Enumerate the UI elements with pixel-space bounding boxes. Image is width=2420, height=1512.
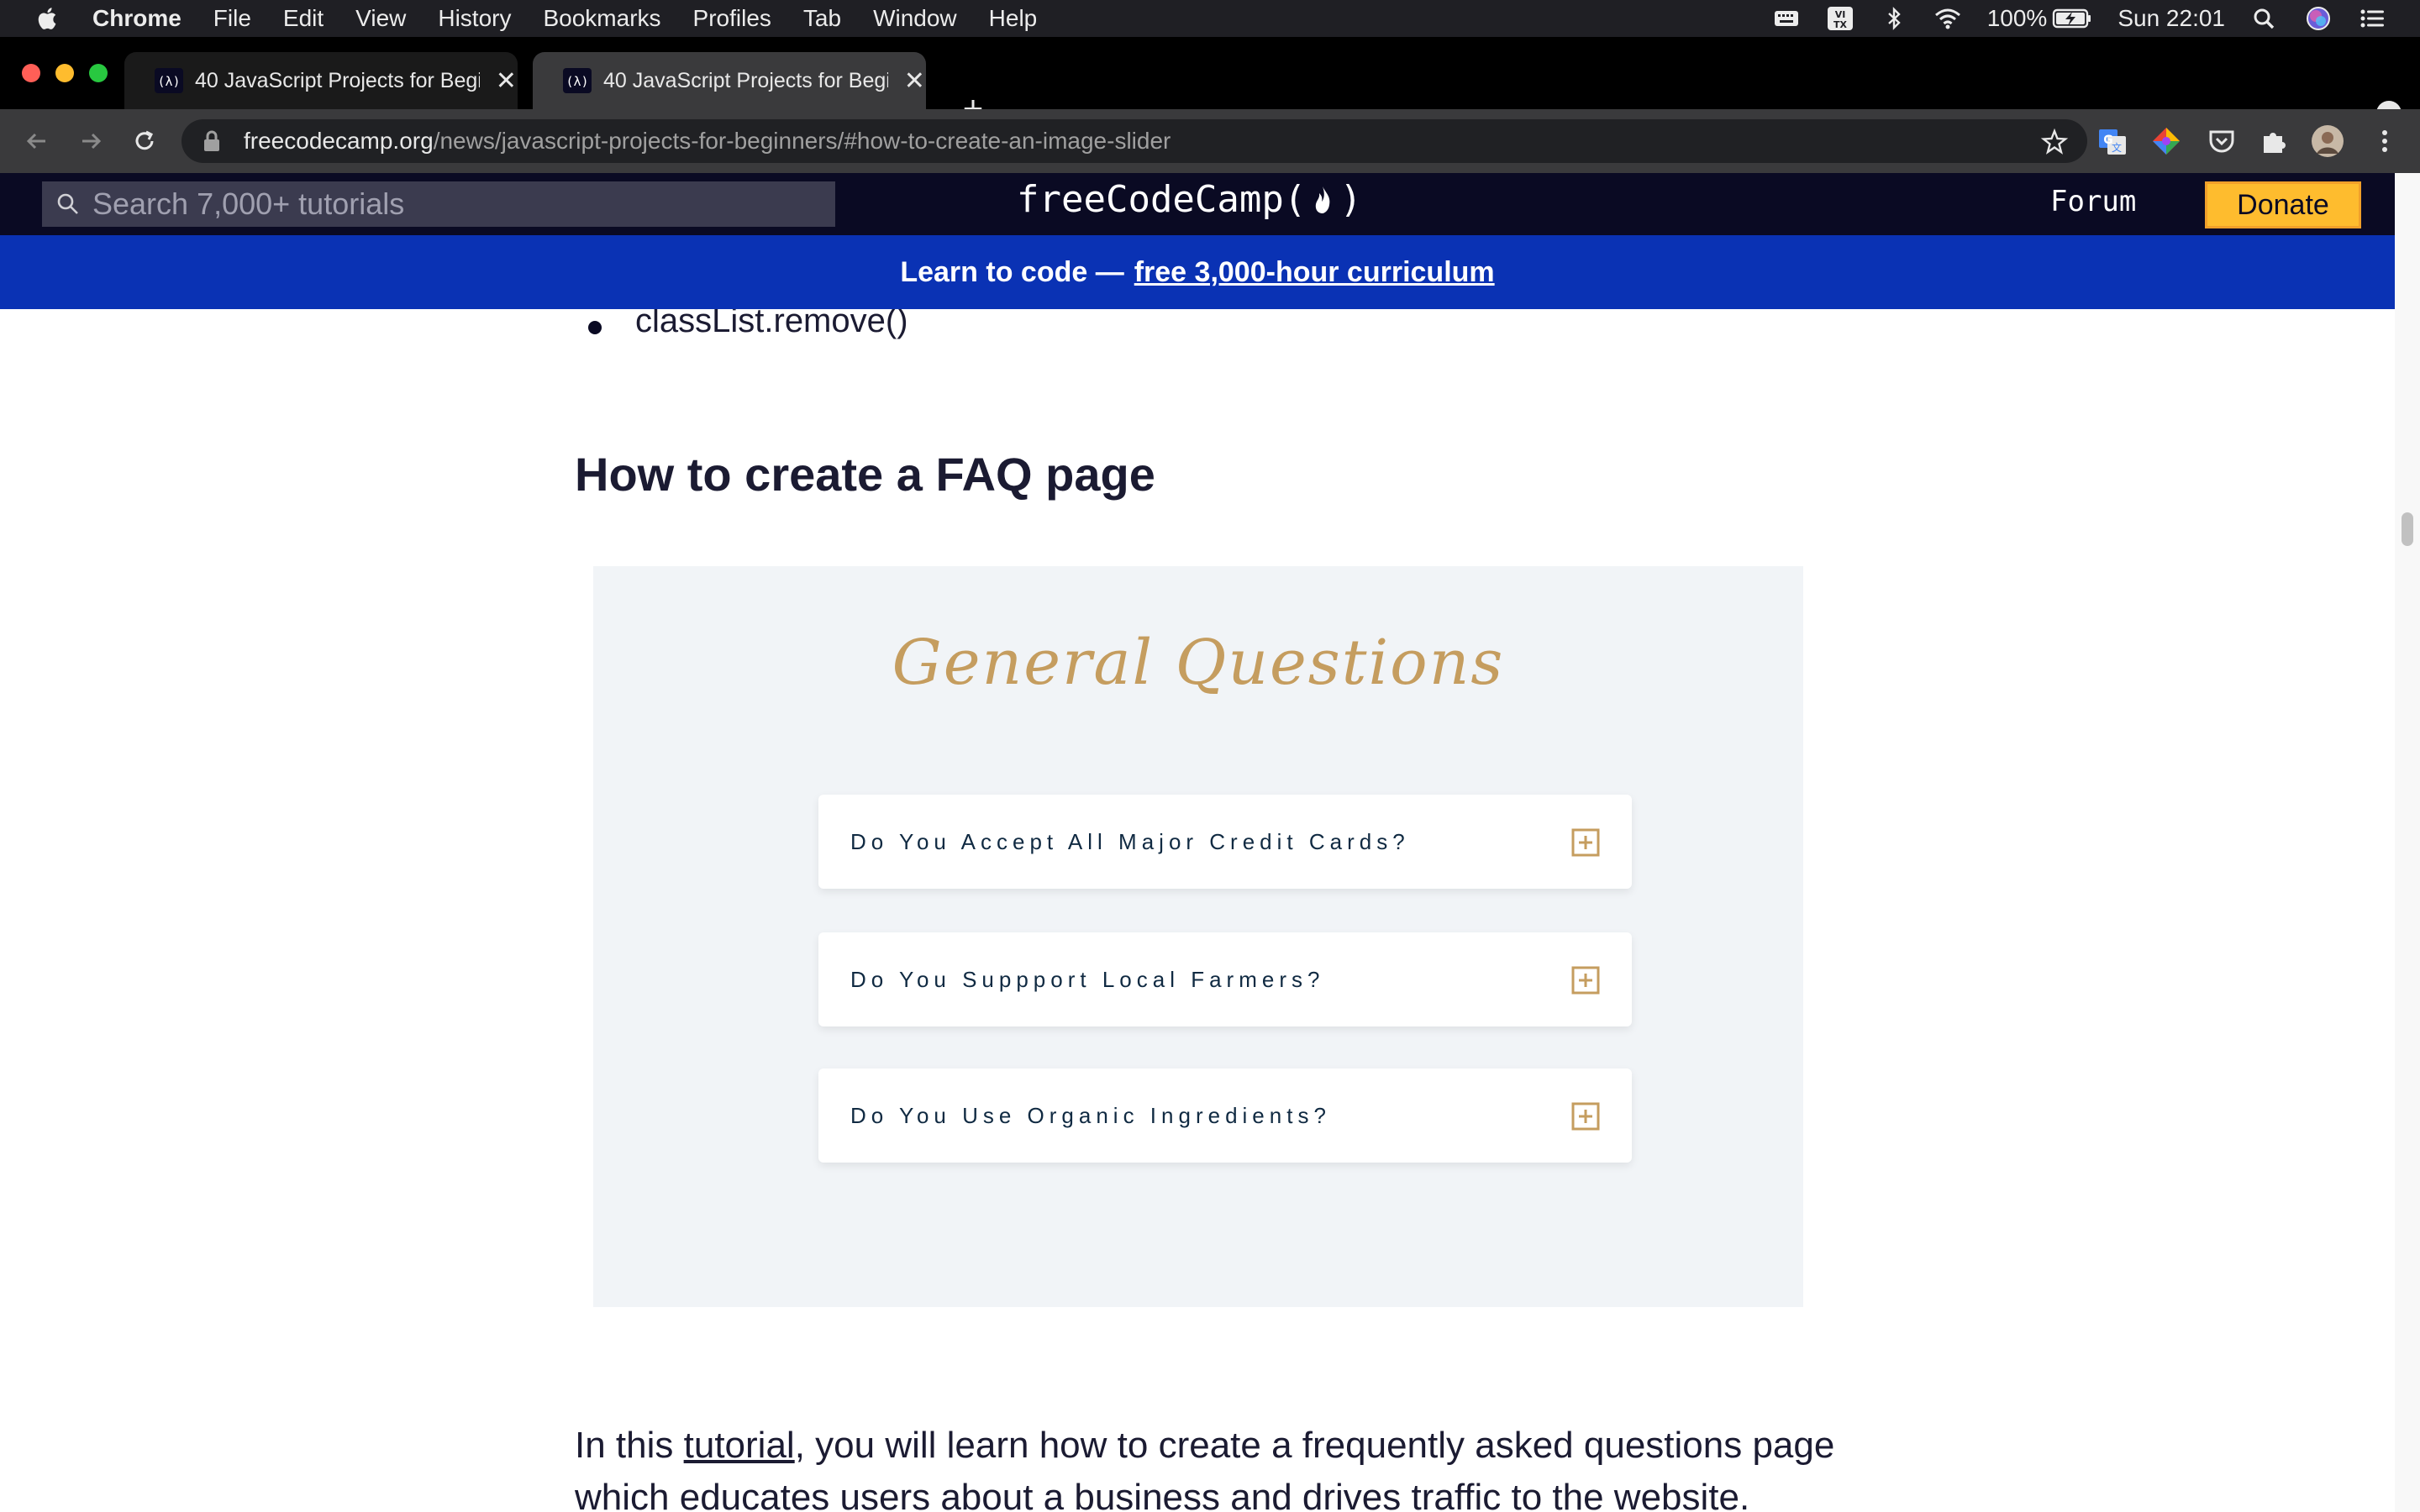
flame-icon: [1316, 186, 1330, 213]
battery-status[interactable]: 100%: [1987, 5, 2093, 32]
wifi-icon[interactable]: [1933, 6, 1962, 31]
apple-menu-icon[interactable]: [34, 4, 62, 33]
browser-tab-2[interactable]: (λ) 40 JavaScript Projects for Beginners…: [533, 52, 926, 109]
battery-icon: [2053, 8, 2091, 29]
search-placeholder: Search 7,000+ tutorials: [92, 186, 405, 221]
svg-text:文: 文: [2112, 141, 2122, 154]
extensions-puzzle-icon[interactable]: [2257, 124, 2291, 158]
plus-square-icon: [1571, 966, 1600, 995]
faq-question-text: Do You Accept All Major Credit Cards?: [850, 828, 1410, 854]
menu-app-chrome[interactable]: Chrome: [92, 5, 182, 32]
chrome-menu-icon[interactable]: [2368, 124, 2402, 158]
profile-avatar[interactable]: [2311, 124, 2344, 158]
bluetooth-icon[interactable]: [1880, 6, 1908, 31]
macos-menu-bar: Chrome File Edit View History Bookmarks …: [0, 0, 2420, 37]
plus-square-icon: [1571, 1102, 1600, 1131]
article-paragraph: In this tutorial, you will learn how to …: [575, 1420, 1835, 1472]
control-center-icon[interactable]: [2358, 6, 2386, 31]
faq-question-card: Do You Suppport Local Farmers?: [818, 932, 1632, 1026]
fcc-logo-text: freeCodeCamp(: [1017, 178, 1307, 221]
tab-close-icon[interactable]: ✕: [495, 66, 518, 96]
search-icon: [57, 193, 78, 214]
faq-question-text: Do You Use Organic Ingredients?: [850, 1102, 1331, 1128]
menu-profiles[interactable]: Profiles: [693, 5, 771, 32]
menu-view[interactable]: View: [355, 5, 406, 32]
google-translate-icon[interactable]: G文: [2096, 124, 2129, 158]
para-text: In this: [575, 1425, 684, 1466]
faq-question-card: Do You Accept All Major Credit Cards?: [818, 795, 1632, 889]
article-content: classList.remove() How to create a FAQ p…: [0, 309, 2395, 1512]
address-url: freecodecamp.org/news/javascript-project…: [244, 128, 1171, 155]
window-zoom-button[interactable]: [89, 64, 108, 82]
bookmark-star-icon[interactable]: [2040, 128, 2069, 156]
color-picker-extension-icon[interactable]: [2149, 124, 2183, 158]
browser-tab-strip: (λ) 40 JavaScript Projects for Beginners…: [0, 37, 2420, 126]
tab-title: 40 JavaScript Projects for Beginners: [195, 68, 480, 92]
menubar-clock[interactable]: Sun 22:01: [2118, 5, 2225, 32]
faq-preview-title: General Questions: [892, 627, 1505, 699]
reload-icon[interactable]: [126, 123, 163, 160]
menu-window[interactable]: Window: [873, 5, 957, 32]
window-minimize-button[interactable]: [55, 64, 74, 82]
forum-link[interactable]: Forum: [2050, 185, 2136, 218]
browser-tab-1[interactable]: (λ) 40 JavaScript Projects for Beginners…: [124, 52, 518, 109]
battery-percent: 100%: [1986, 5, 2048, 31]
fcc-logo[interactable]: freeCodeCamp( ): [1017, 178, 1362, 221]
tab-title: 40 JavaScript Projects for Beginners: [603, 68, 888, 92]
page-scrollbar[interactable]: [2395, 173, 2420, 1512]
menu-help[interactable]: Help: [989, 5, 1038, 32]
menu-file[interactable]: File: [213, 5, 251, 32]
scrollbar-thumb[interactable]: [2402, 512, 2413, 546]
pocket-icon[interactable]: [2205, 124, 2238, 158]
spotlight-icon[interactable]: [2250, 6, 2279, 31]
forward-arrow-icon[interactable]: [72, 123, 109, 160]
svg-text:TX: TX: [1833, 19, 1848, 30]
fcc-navbar: Search 7,000+ tutorials freeCodeCamp( ) …: [0, 173, 2395, 235]
vitx-icon[interactable]: VITX: [1826, 6, 1854, 31]
list-item-classlist-remove: classList.remove(): [635, 309, 908, 339]
section-heading: How to create a FAQ page: [575, 448, 1155, 501]
para-text: which educates users about a business an…: [575, 1477, 1750, 1512]
lock-icon[interactable]: [202, 129, 222, 153]
learn-to-code-banner: Learn to code — free 3,000-hour curricul…: [0, 235, 2395, 309]
window-close-button[interactable]: [22, 64, 40, 82]
svg-text:(λ): (λ): [157, 74, 180, 89]
tutorial-link[interactable]: tutorial: [684, 1425, 795, 1466]
svg-text:(λ): (λ): [566, 74, 588, 89]
fcc-favicon-icon: (λ): [155, 68, 183, 93]
menu-edit[interactable]: Edit: [283, 5, 324, 32]
keyboard-icon[interactable]: [1772, 6, 1801, 31]
para-text: , you will learn how to create a frequen…: [794, 1425, 1835, 1466]
faq-question-text: Do You Suppport Local Farmers?: [850, 966, 1325, 992]
article-paragraph-line-2: which educates users about a business an…: [575, 1472, 1835, 1512]
banner-curriculum-link[interactable]: free 3,000-hour curriculum: [1134, 256, 1495, 289]
list-bullet: [588, 321, 602, 334]
fcc-logo-close: ): [1339, 178, 1362, 221]
plus-square-icon: [1571, 828, 1600, 857]
url-path: /news/javascript-projects-for-beginners/…: [433, 128, 1171, 154]
menu-tab[interactable]: Tab: [803, 5, 841, 32]
fcc-search-input[interactable]: Search 7,000+ tutorials: [42, 181, 835, 227]
fcc-favicon-icon: (λ): [563, 68, 592, 93]
siri-icon[interactable]: [2304, 6, 2333, 31]
banner-text: Learn to code —: [900, 255, 1124, 288]
menu-bookmarks[interactable]: Bookmarks: [543, 5, 660, 32]
back-arrow-icon[interactable]: [18, 123, 55, 160]
address-bar[interactable]: freecodecamp.org/news/javascript-project…: [182, 119, 2087, 163]
url-domain: freecodecamp.org: [244, 128, 434, 154]
faq-question-card: Do You Use Organic Ingredients?: [818, 1068, 1632, 1163]
donate-button[interactable]: Donate: [2205, 181, 2361, 228]
tab-close-icon[interactable]: ✕: [903, 66, 926, 96]
menu-history[interactable]: History: [438, 5, 511, 32]
